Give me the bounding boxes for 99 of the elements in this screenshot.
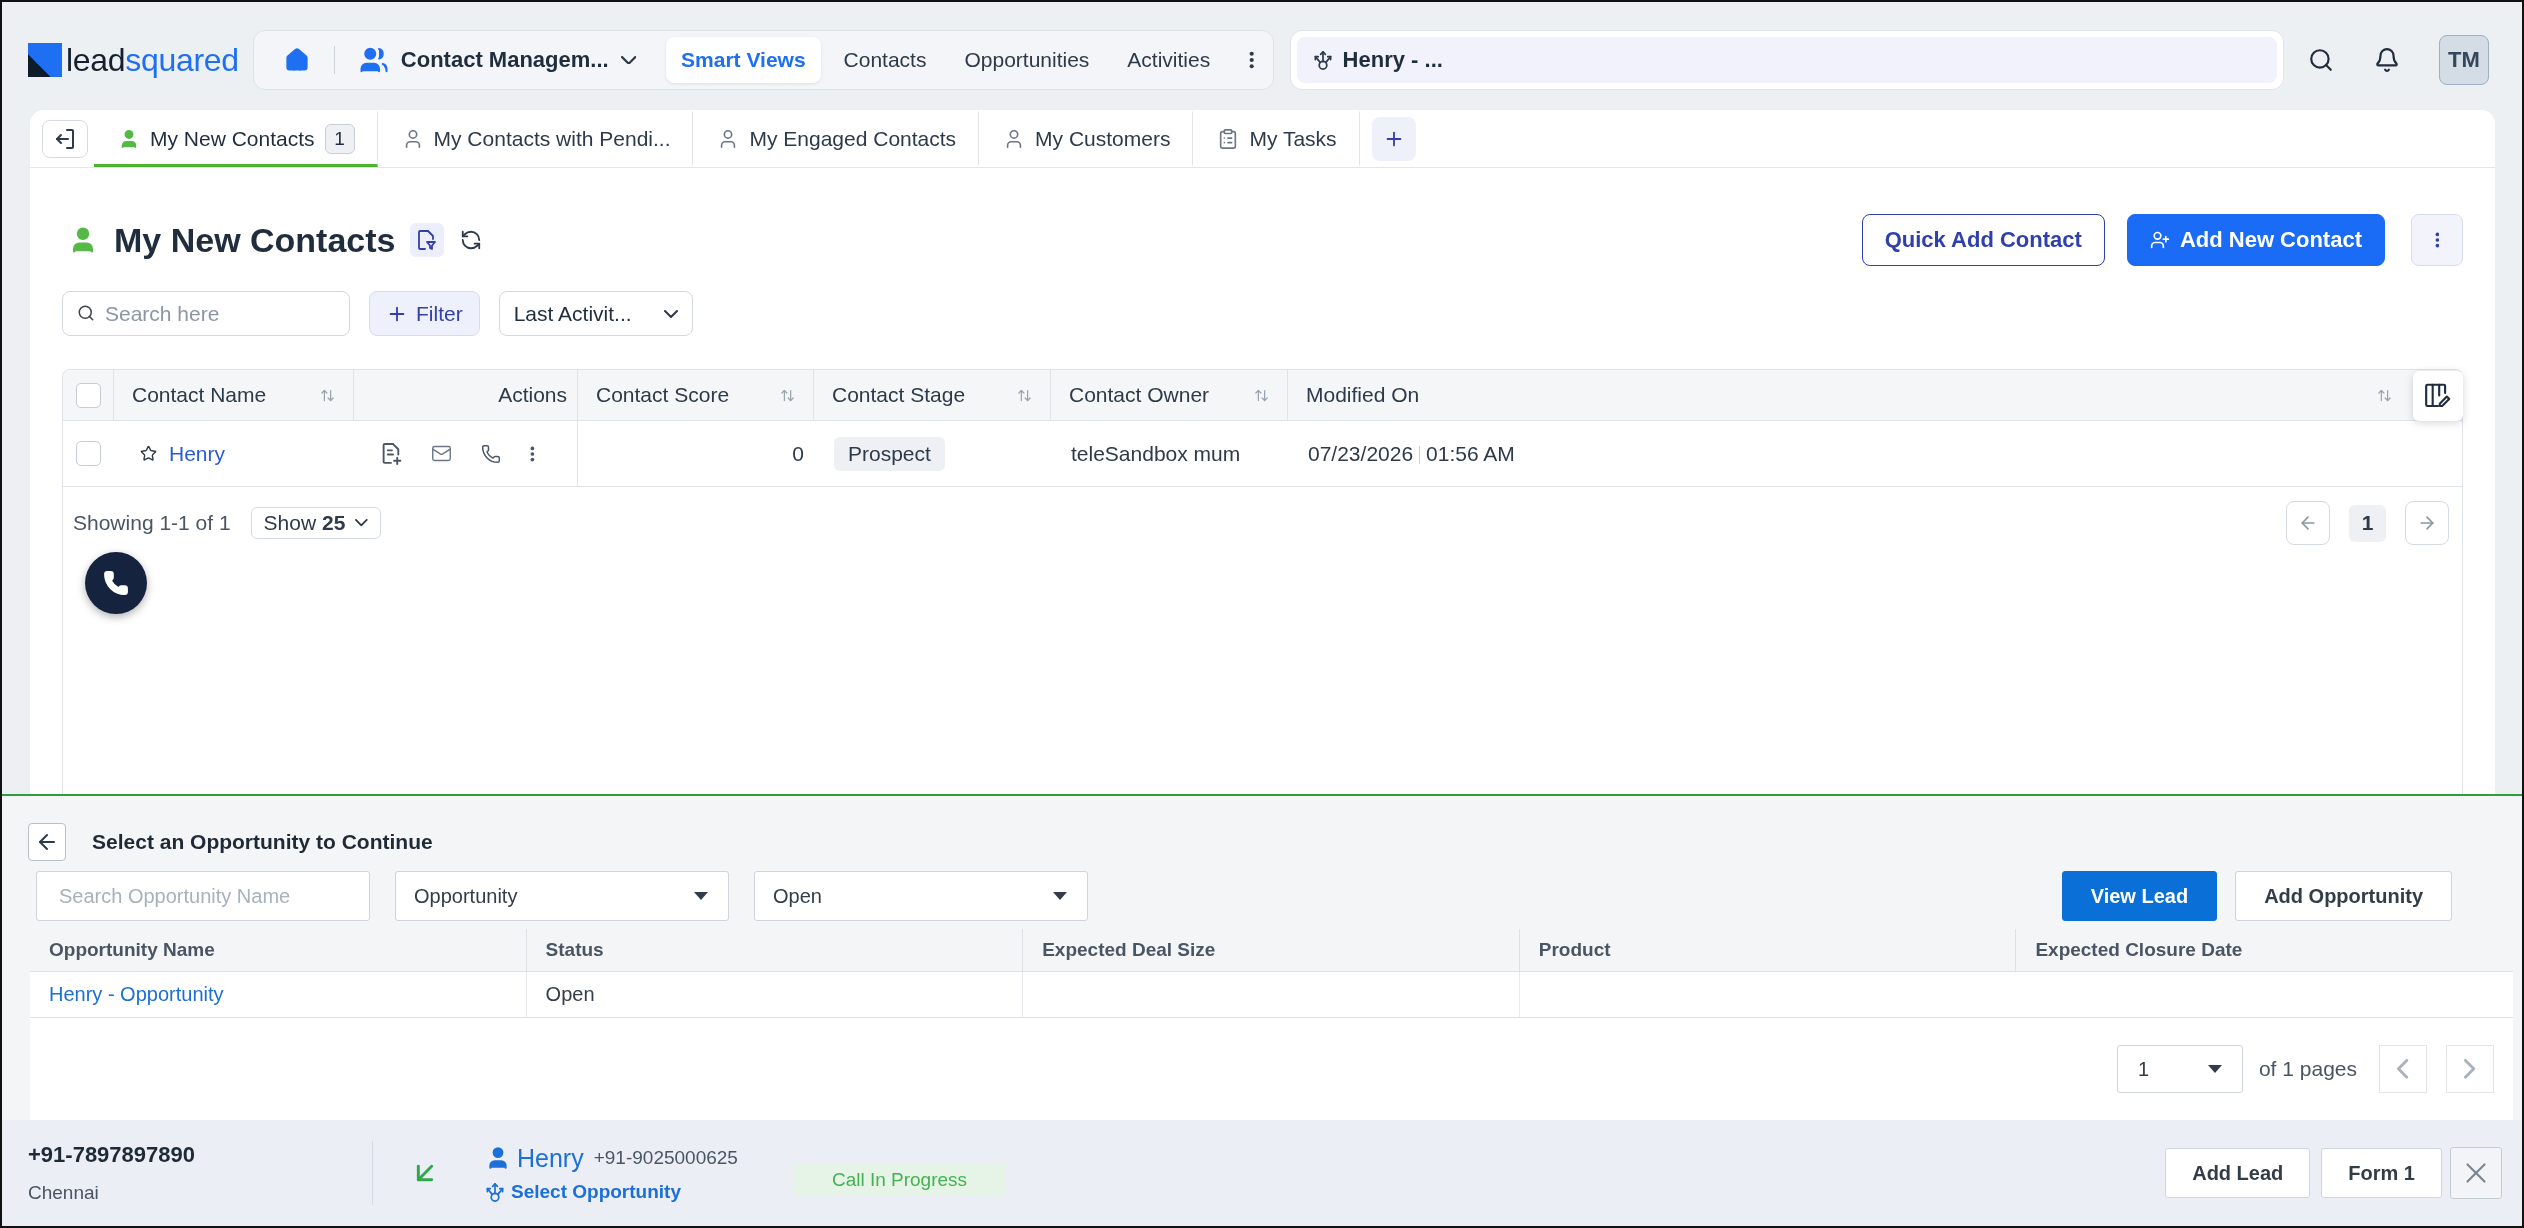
table-row[interactable]: Henry - Opportunity Open [30,972,2513,1018]
column-header: Product [1519,929,2017,971]
caller-location: Chennai [28,1182,99,1204]
add-contact-button[interactable]: Add New Contact [2126,214,2385,266]
column-header: Opportunity Name [30,929,527,971]
table-cell: 0 [792,441,804,466]
select-field[interactable]: Open [754,871,1088,921]
column-header[interactable]: Modified On [1288,370,2410,420]
search-field[interactable]: Search Opportunity Name [36,871,370,921]
column-settings-button[interactable] [2413,371,2463,421]
logo-wordmark: leadsquared [66,44,239,76]
logo-mark-icon [28,43,62,77]
caret-down-icon [1053,892,1067,900]
close-button[interactable] [2450,1147,2502,1199]
phone-icon [103,570,129,596]
view-tab[interactable]: My Contacts with Pendi... [377,110,694,167]
stage-badge: Prospect [834,436,945,471]
more-options-icon [2434,232,2440,248]
back-button[interactable] [28,823,66,861]
panel-title: Select an Opportunity to Continue [92,830,433,854]
chevron-down-icon [663,309,678,318]
refresh-icon[interactable] [459,229,482,251]
view-lead-button[interactable]: View Lead [2061,871,2218,921]
nav-tab[interactable]: Opportunities [949,37,1105,83]
sort-icon [1017,387,1032,403]
star-icon[interactable] [140,445,157,462]
column-header[interactable]: Contact Stage [814,370,1051,420]
sort-icon [2377,387,2392,403]
phone-icon[interactable] [481,443,501,464]
sort-icon [1254,387,1269,403]
mail-icon[interactable] [431,443,452,464]
people-icon [358,45,389,75]
contact-number: +91-9025000625 [593,1147,738,1169]
column-header: Expected Deal Size [1023,929,1520,971]
nav-tab[interactable]: Activities [1112,37,1226,83]
page-title: My New Contacts [114,220,396,260]
circle-arrows-icon [1312,50,1333,70]
call-button[interactable] [85,552,147,614]
filter-button[interactable]: Filter [369,291,480,336]
more-options-icon[interactable] [530,445,535,462]
more-options-icon[interactable] [1249,51,1255,69]
caller-number: +91-7897897890 [28,1142,195,1168]
select-opportunity-link[interactable]: Select Opportunity [511,1180,681,1203]
nav-tab[interactable]: Smart Views [666,37,821,83]
view-tab[interactable]: My Tasks [1193,110,1360,167]
user-plus-icon [2149,230,2170,250]
chevron-left-icon [2397,1059,2409,1079]
caret-down-icon [694,892,708,900]
column-header: Expected Closure Date [2034,938,2244,962]
search-icon[interactable] [2308,47,2334,73]
bell-icon[interactable] [2374,47,2400,73]
app-switcher[interactable]: Contact Managem... [358,45,637,75]
add-lead-button[interactable]: Add Lead [2165,1148,2311,1198]
contact-name-link[interactable]: Henry [517,1143,584,1173]
chevron-right-icon [2464,1059,2476,1079]
page-button[interactable]: 1 [2349,504,2386,542]
opportunity-link[interactable]: Henry - Opportunity [49,983,224,1006]
column-header: Status [526,929,1024,971]
page-size-dropdown[interactable]: Show 25 [250,507,381,539]
chevron-down-icon [355,519,368,527]
add-tab-button[interactable] [1371,116,1416,161]
column-header: Actions [354,370,578,420]
page-count: of 1 pages [2258,1057,2357,1081]
column-header[interactable]: Contact Score [578,370,814,420]
columns-pencil-icon [2425,383,2451,409]
table-cell: 07/23/2026 01:56 AM [1308,441,1515,466]
page-select[interactable]: 1 [2116,1045,2243,1093]
view-tab[interactable]: My Customers [979,110,1194,167]
sort-icon [320,387,335,403]
view-tab[interactable]: My New Contacts 1 [94,110,378,167]
sort-icon [780,387,795,403]
search-icon [77,304,95,322]
table-cell: teleSandbox mum [1071,441,1241,466]
collapse-button[interactable] [42,119,88,158]
results-summary: Showing 1-1 of 1 [73,511,231,535]
select-field[interactable]: Opportunity [395,871,729,921]
caret-down-icon [2207,1065,2222,1073]
column-header[interactable]: Contact Owner [1051,370,1288,420]
checkbox[interactable] [76,441,101,466]
table-cell: Open [545,983,595,1006]
count-badge: 1 [324,123,355,154]
nav-tab[interactable]: Contacts [828,37,942,83]
document-plus-icon[interactable] [382,442,402,465]
sort-dropdown[interactable]: Last Activit... [498,291,693,336]
home-icon[interactable] [283,47,310,73]
contact-link[interactable]: Henry [169,441,226,466]
quick-add-button[interactable]: Quick Add Contact [1861,214,2105,266]
record-field[interactable]: Henry - ... [1289,30,2284,90]
document-filter-icon[interactable] [409,223,444,257]
circle-arrows-icon [485,1181,505,1202]
add-opportunity-button[interactable]: Add Opportunity [2235,871,2452,921]
search-field[interactable]: Search here [62,291,350,336]
chevron-down-icon [620,55,637,65]
avatar[interactable]: TM [2439,35,2489,85]
call-status-badge: Call In Progress [793,1164,1006,1196]
column-header[interactable]: Contact Name [114,370,354,420]
view-tab[interactable]: My Engaged Contacts [693,110,980,167]
checkbox[interactable] [75,382,101,408]
form-button[interactable]: Form 1 [2321,1148,2442,1198]
